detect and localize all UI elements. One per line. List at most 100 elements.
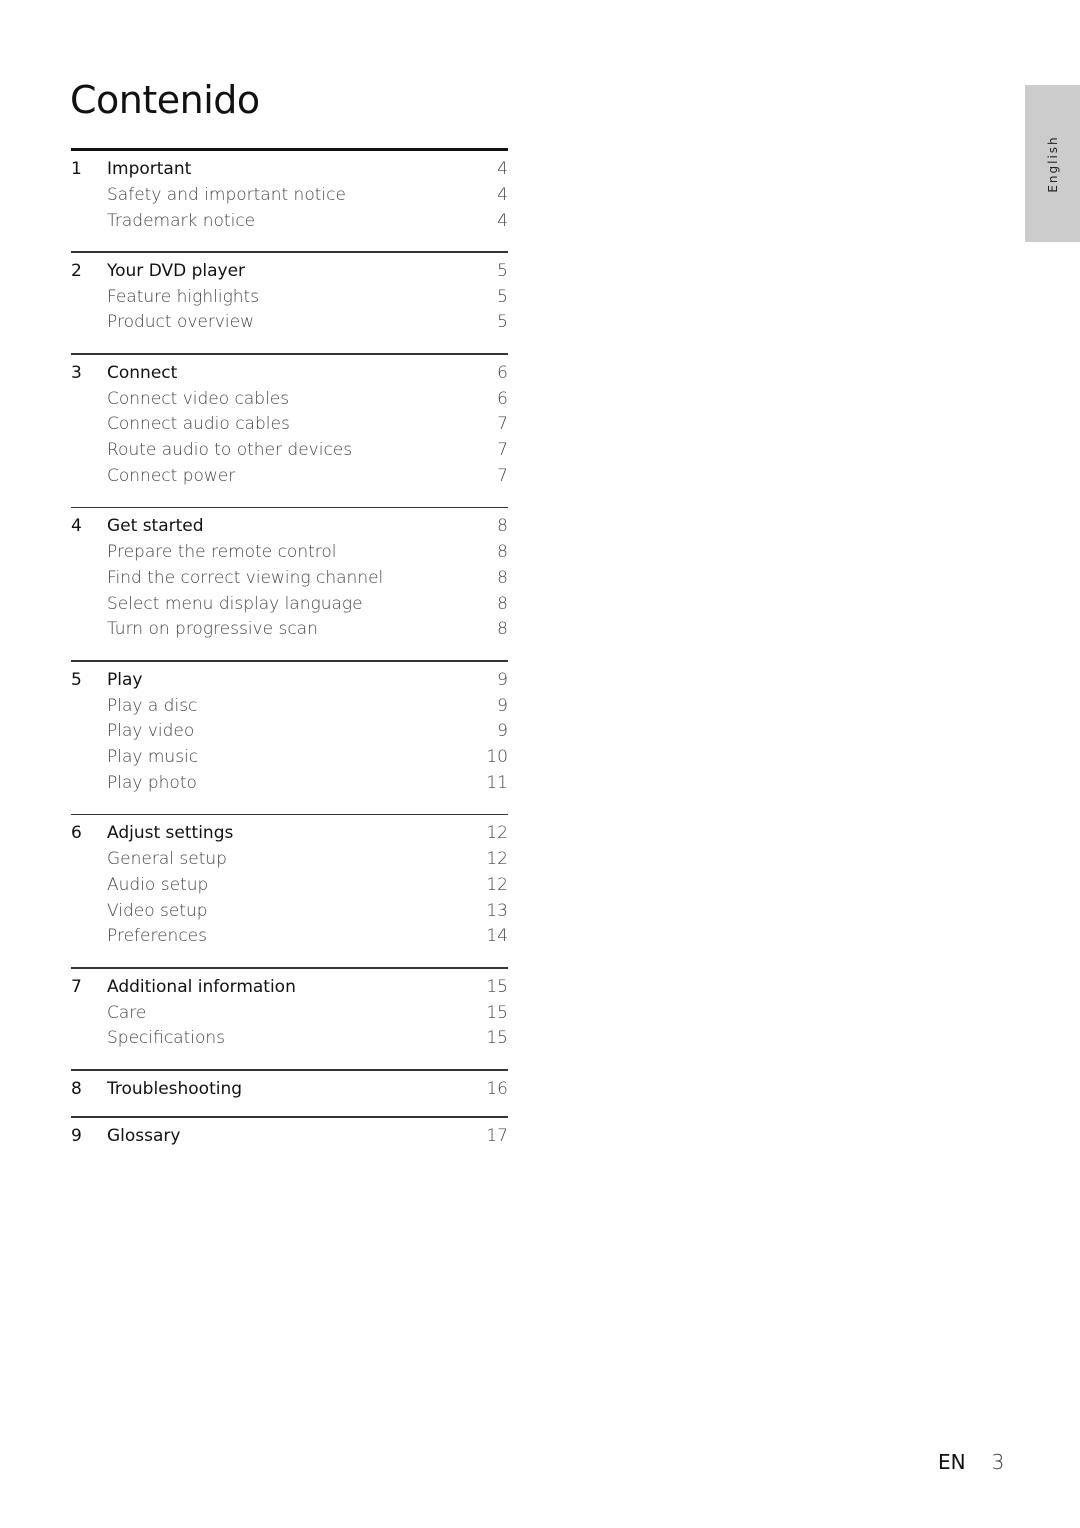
toc-subsection-entry[interactable]: Product overview 5 <box>71 310 508 336</box>
toc-subsection-entry[interactable]: Feature highlights 5 <box>71 285 508 311</box>
subsection-page-number: 7 <box>497 440 508 461</box>
chapter-number: 1 <box>71 159 82 179</box>
toc-subsection-entry[interactable]: Play video 9 <box>71 719 508 745</box>
subsection-page-number: 12 <box>486 849 508 870</box>
toc-section: 9 Glossary 17 <box>71 1116 508 1163</box>
toc-section: 6 Adjust settings 12 General setup 12 Audio s… <box>71 813 508 967</box>
subsection-page-number: 8 <box>497 567 508 588</box>
subsection-page-number: 11 <box>486 772 508 793</box>
subsection-title: Play video <box>107 721 195 742</box>
toc-chapter-entry[interactable]: 8 Troubleshooting 16 <box>71 1077 508 1103</box>
subsection-title: Specifications <box>107 1028 226 1049</box>
chapter-page-number: 16 <box>486 1078 508 1099</box>
subsection-page-number: 9 <box>497 695 508 716</box>
subsection-title: Care <box>107 1002 147 1023</box>
toc-chapter-entry[interactable]: 1 Important 4 <box>71 157 508 183</box>
language-tab-label: English <box>1045 134 1060 193</box>
chapter-number: 2 <box>71 260 82 281</box>
chapter-number: 9 <box>71 1125 82 1146</box>
footer-language-code: EN <box>938 1450 966 1474</box>
chapter-page-number: 12 <box>486 823 508 844</box>
table-of-contents: 1 Important 4 Safety and important notice 4 T… <box>71 148 508 1164</box>
chapter-number: 5 <box>71 669 82 690</box>
subsection-page-number: 13 <box>486 900 508 921</box>
toc-subsection-entry[interactable]: Safety and important notice 4 <box>71 183 508 209</box>
subsection-page-number: 4 <box>497 184 508 205</box>
subsection-page-number: 5 <box>497 312 508 333</box>
toc-subsection-entry[interactable]: Turn on progressive scan 8 <box>71 617 508 643</box>
chapter-title: Adjust settings <box>107 823 234 844</box>
subsection-title: Find the correct viewing channel <box>107 567 384 588</box>
subsection-page-number: 8 <box>497 619 508 640</box>
toc-subsection-entry[interactable]: Route audio to other devices 7 <box>71 438 508 464</box>
toc-chapter-entry[interactable]: 5 Play 9 <box>71 668 508 694</box>
chapter-title: Your DVD player <box>107 260 246 281</box>
toc-subsection-entry[interactable]: Connect power 7 <box>71 464 508 490</box>
subsection-title: Play a disc <box>107 695 198 716</box>
language-tab: English <box>1025 85 1080 242</box>
subsection-page-number: 4 <box>497 210 508 231</box>
toc-subsection-entry[interactable]: Care 15 <box>71 1001 508 1027</box>
subsection-title: Connect audio cables <box>107 414 290 435</box>
toc-subsection-entry[interactable]: Preferences 14 <box>71 924 508 950</box>
chapter-title: Troubleshooting <box>107 1078 243 1099</box>
toc-chapter-entry[interactable]: 7 Additional information 15 <box>71 975 508 1001</box>
chapter-page-number: 17 <box>486 1125 508 1146</box>
chapter-page-number: 15 <box>486 976 508 997</box>
chapter-title: Additional information <box>107 976 296 997</box>
toc-chapter-entry[interactable]: 4 Get started 8 <box>71 514 508 540</box>
subsection-title: Audio setup <box>107 874 209 895</box>
toc-subsection-entry[interactable]: Play music 10 <box>71 745 508 771</box>
subsection-page-number: 7 <box>497 414 508 435</box>
chapter-page-number: 5 <box>497 260 508 281</box>
chapter-title: Important <box>107 159 192 179</box>
page-title: Contenido <box>70 78 260 122</box>
subsection-title: Play music <box>107 747 199 768</box>
subsection-title: Connect video cables <box>107 388 290 409</box>
toc-subsection-entry[interactable]: Play photo 11 <box>71 771 508 797</box>
subsection-title: Safety and important notice <box>107 184 346 205</box>
subsection-page-number: 6 <box>497 388 508 409</box>
chapter-page-number: 9 <box>497 669 508 690</box>
chapter-number: 7 <box>71 976 82 997</box>
toc-subsection-entry[interactable]: Prepare the remote control 8 <box>71 540 508 566</box>
subsection-page-number: 10 <box>486 747 508 768</box>
page-footer: EN 3 <box>938 1450 1004 1474</box>
subsection-page-number: 8 <box>497 593 508 614</box>
subsection-title: Preferences <box>107 926 207 947</box>
subsection-page-number: 14 <box>486 926 508 947</box>
subsection-page-number: 7 <box>497 465 508 486</box>
toc-section: 4 Get started 8 Prepare the remote control 8… <box>71 506 508 660</box>
chapter-number: 6 <box>71 823 82 844</box>
toc-chapter-entry[interactable]: 6 Adjust settings 12 <box>71 821 508 847</box>
subsection-title: Trademark notice <box>107 210 256 231</box>
toc-section: 5 Play 9 Play a disc 9 Play video 9 Play music 1… <box>71 660 508 813</box>
toc-subsection-entry[interactable]: Connect audio cables 7 <box>71 412 508 438</box>
chapter-number: 8 <box>71 1078 82 1099</box>
toc-section: 3 Connect 6 Connect video cables 6 Connect au… <box>71 353 508 506</box>
toc-chapter-entry[interactable]: 3 Connect 6 <box>71 361 508 387</box>
subsection-title: Video setup <box>107 900 208 921</box>
toc-subsection-entry[interactable]: Connect video cables 6 <box>71 387 508 413</box>
chapter-page-number: 4 <box>497 159 508 179</box>
toc-section: 8 Troubleshooting 16 <box>71 1069 508 1116</box>
toc-chapter-entry[interactable]: 9 Glossary 17 <box>71 1124 508 1150</box>
subsection-title: Feature highlights <box>107 286 260 307</box>
chapter-number: 4 <box>71 516 82 537</box>
subsection-page-number: 9 <box>497 721 508 742</box>
toc-subsection-entry[interactable]: Play a disc 9 <box>71 694 508 720</box>
toc-chapter-entry[interactable]: 2 Your DVD player 5 <box>71 259 508 285</box>
chapter-page-number: 6 <box>497 362 508 383</box>
chapter-title: Get started <box>107 516 204 537</box>
chapter-title: Glossary <box>107 1125 181 1146</box>
subsection-title: Connect power <box>107 465 236 486</box>
toc-subsection-entry[interactable]: Specifications 15 <box>71 1026 508 1052</box>
toc-subsection-entry[interactable]: Select menu display language 8 <box>71 592 508 618</box>
subsection-page-number: 15 <box>486 1002 508 1023</box>
toc-subsection-entry[interactable]: Audio setup 12 <box>71 873 508 899</box>
toc-subsection-entry[interactable]: Trademark notice 4 <box>71 209 508 235</box>
toc-subsection-entry[interactable]: Find the correct viewing channel 8 <box>71 566 508 592</box>
toc-section: 2 Your DVD player 5 Feature highlights 5 Prod… <box>71 251 508 353</box>
toc-subsection-entry[interactable]: General setup 12 <box>71 847 508 873</box>
toc-subsection-entry[interactable]: Video setup 13 <box>71 899 508 925</box>
